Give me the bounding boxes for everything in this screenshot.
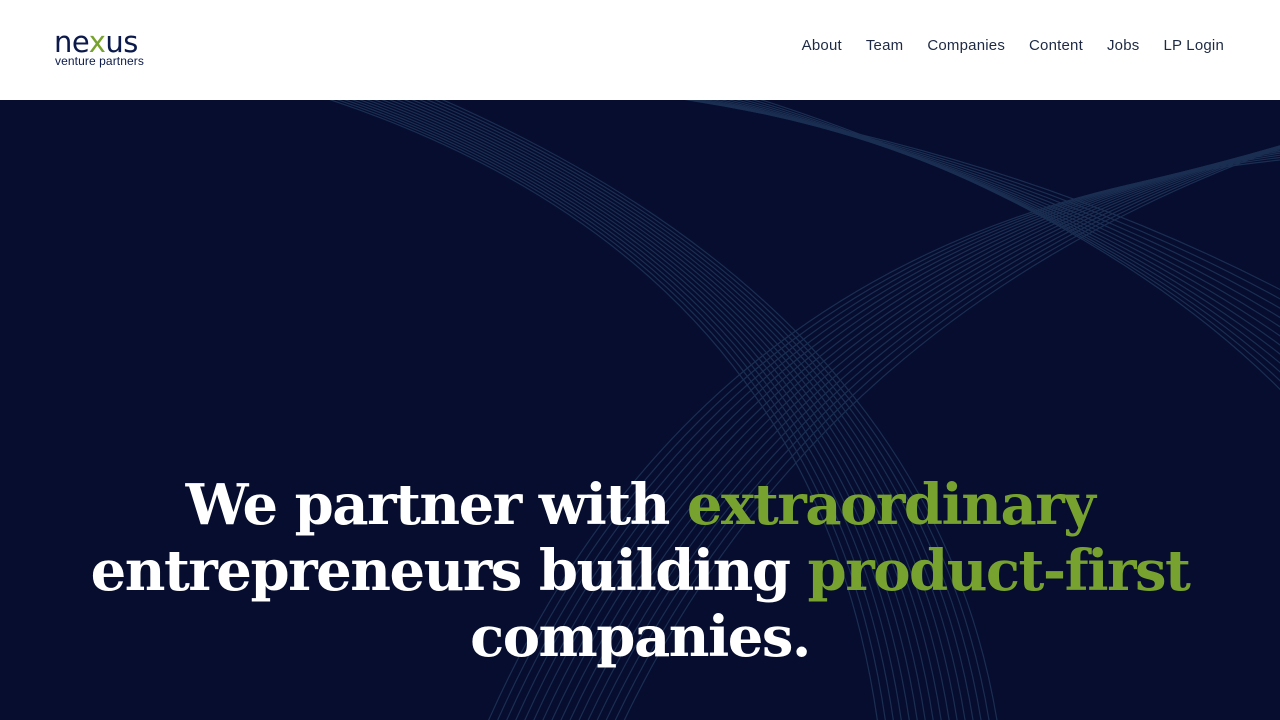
background-arc [684, 100, 1280, 291]
background-arc [759, 100, 1280, 391]
nav-link-jobs[interactable]: Jobs [1107, 36, 1140, 56]
nav-link-content[interactable]: Content [1029, 36, 1083, 56]
headline-text-1: We partner with [185, 472, 687, 538]
hero-section: We partner with extraordinary entreprene… [0, 100, 1280, 720]
nav-link-about[interactable]: About [802, 36, 842, 56]
site-header: nexus venture partners About Team Compan… [0, 0, 1280, 100]
background-arc [699, 100, 1280, 319]
nav-link-companies[interactable]: Companies [927, 36, 1005, 56]
nexus-logo[interactable]: nexus venture partners [54, 26, 164, 72]
background-arc [719, 100, 1280, 346]
main-nav: About Team Companies Content Jobs LP Log… [802, 36, 1224, 56]
background-arc [712, 100, 1280, 337]
headline-text-3: companies. [470, 604, 811, 670]
headline-accent-2: product-first [807, 538, 1191, 604]
nav-link-team[interactable]: Team [866, 36, 903, 56]
background-arc [751, 100, 1280, 382]
nav-link-lp-login[interactable]: LP Login [1163, 36, 1224, 56]
headline-accent-1: extraordinary [686, 472, 1096, 538]
headline-text-2: entrepreneurs building [90, 538, 808, 604]
logo-tagline: venture partners [55, 54, 144, 68]
hero-headline: We partner with extraordinary entreprene… [0, 472, 1280, 670]
